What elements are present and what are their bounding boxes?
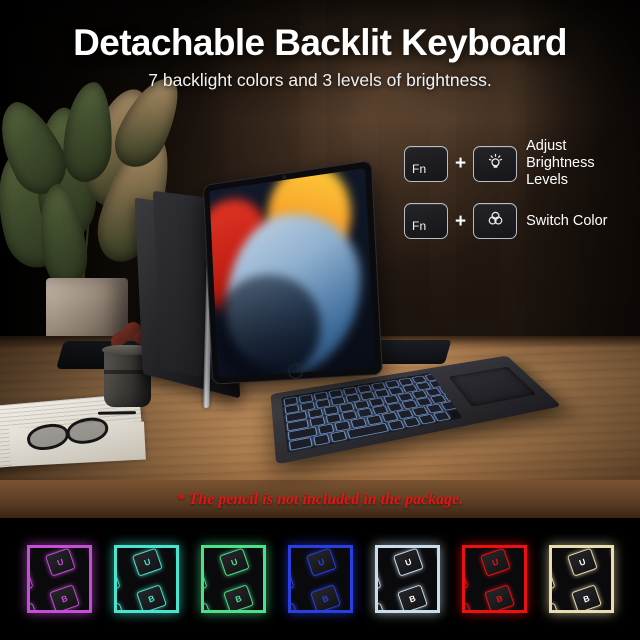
- swatch-key-grid: YUHJBN: [290, 548, 350, 610]
- shortcut-label-color: Switch Color: [526, 212, 608, 229]
- swatch-key: J: [377, 602, 388, 610]
- swatch-key: B: [570, 584, 602, 610]
- swatch-keyboard-closeup: YUHJBN: [377, 548, 437, 610]
- swatch-key: U: [392, 548, 424, 577]
- swatch-key: J: [551, 602, 562, 610]
- swatch-key: Y: [116, 566, 121, 596]
- backlight-swatch-gold[interactable]: YUHJBN: [548, 545, 614, 613]
- front-camera-icon: [282, 174, 287, 180]
- swatch-key: B: [483, 584, 515, 610]
- swatch-key: U: [305, 548, 337, 577]
- swatch-key: Y: [464, 566, 469, 596]
- swatch-key: J: [290, 602, 301, 610]
- swatch-key: J: [116, 602, 127, 610]
- swatch-key: Y: [29, 566, 34, 596]
- swatch-keyboard-closeup: YUHJBN: [29, 548, 89, 610]
- swatch-key: Y: [551, 566, 556, 596]
- home-button[interactable]: [287, 363, 304, 380]
- swatch-key: J: [203, 602, 214, 610]
- disclaimer-text: * The pencil is not included in the pack…: [176, 491, 464, 508]
- plus-sign: +: [455, 153, 467, 175]
- swatch-key: B: [396, 584, 428, 610]
- swatch-key-grid: YUHJBN: [377, 548, 437, 610]
- brightness-bulb-icon: [486, 152, 505, 176]
- swatch-key: U: [44, 548, 76, 577]
- tablet-screen[interactable]: [209, 168, 376, 378]
- swatch-key: Y: [377, 566, 382, 596]
- swatch-key: Y: [290, 566, 295, 596]
- swatch-key: Y: [203, 566, 208, 596]
- swatch-key-grid: YUHJBN: [203, 548, 263, 610]
- backlight-swatch-white[interactable]: YUHJBN: [374, 545, 440, 613]
- swatch-key: J: [464, 602, 475, 610]
- product-poster: Detachable Backlit Keyboard 7 backlight …: [0, 0, 640, 640]
- backlight-swatch-list: YUHJBN YUHJBN YUHJBN YUHJBN YUHJBN YUHJBN YUHJ…: [0, 518, 640, 640]
- swatch-key: B: [222, 584, 254, 610]
- swatch-key-grid: YUHJBN: [464, 548, 524, 610]
- switch-color-icon: [486, 209, 505, 233]
- swatch-keyboard-closeup: YUHJBN: [203, 548, 263, 610]
- fn-key-label: Fn: [412, 219, 427, 234]
- page-subtitle: 7 backlight colors and 3 levels of brigh…: [148, 69, 492, 90]
- swatch-key: J: [29, 602, 40, 610]
- backlight-swatch-blue[interactable]: YUHJBN: [287, 545, 353, 613]
- fn-key-label: Fn: [412, 161, 427, 176]
- shortcut-row-brightness: Fn + Adjust Brightness Levels: [404, 138, 640, 189]
- backlight-swatch-red[interactable]: YUHJBN: [461, 545, 527, 613]
- swatch-key: U: [566, 548, 598, 577]
- plus-sign: +: [455, 210, 467, 232]
- shortcut-row-color: Fn + Switch Color: [404, 203, 640, 240]
- tablet-device[interactable]: [202, 159, 383, 385]
- swatch-key: B: [48, 584, 80, 610]
- product-photo-scene: Detachable Backlit Keyboard 7 backlight …: [0, 0, 640, 518]
- backlight-swatch-green[interactable]: YUHJBN: [200, 545, 266, 613]
- backlight-swatch-cyan[interactable]: YUHJBN: [113, 545, 179, 613]
- fn-key-color[interactable]: Fn: [404, 203, 448, 240]
- swatch-key: U: [218, 548, 250, 577]
- shortcut-callouts: Fn + Adjust Brightness Levels Fn + Switc…: [404, 138, 640, 253]
- backlight-swatch-purple[interactable]: YUHJBN: [26, 545, 92, 613]
- swatch-key: B: [135, 584, 167, 610]
- swatch-keyboard-closeup: YUHJBN: [464, 548, 524, 610]
- swatch-keyboard-closeup: YUHJBN: [290, 548, 350, 610]
- brightness-key[interactable]: [473, 145, 518, 182]
- color-key[interactable]: [473, 203, 518, 240]
- swatch-key-grid: YUHJBN: [29, 548, 89, 610]
- swatch-key-grid: YUHJBN: [551, 548, 611, 610]
- swatch-keyboard-closeup: YUHJBN: [116, 548, 176, 610]
- swatch-key: U: [131, 548, 163, 577]
- shortcut-label-brightness: Adjust Brightness Levels: [526, 138, 595, 189]
- tablet-assembly: [134, 152, 408, 409]
- swatch-keyboard-closeup: YUHJBN: [551, 548, 611, 610]
- page-title: Detachable Backlit Keyboard: [73, 22, 567, 63]
- backlight-color-strip: YUHJBN YUHJBN YUHJBN YUHJBN YUHJBN YUHJBN YUHJ…: [0, 518, 640, 640]
- swatch-key: B: [309, 584, 341, 610]
- swatch-key-grid: YUHJBN: [116, 548, 176, 610]
- swatch-key: U: [479, 548, 511, 577]
- fn-key-brightness[interactable]: Fn: [404, 145, 448, 182]
